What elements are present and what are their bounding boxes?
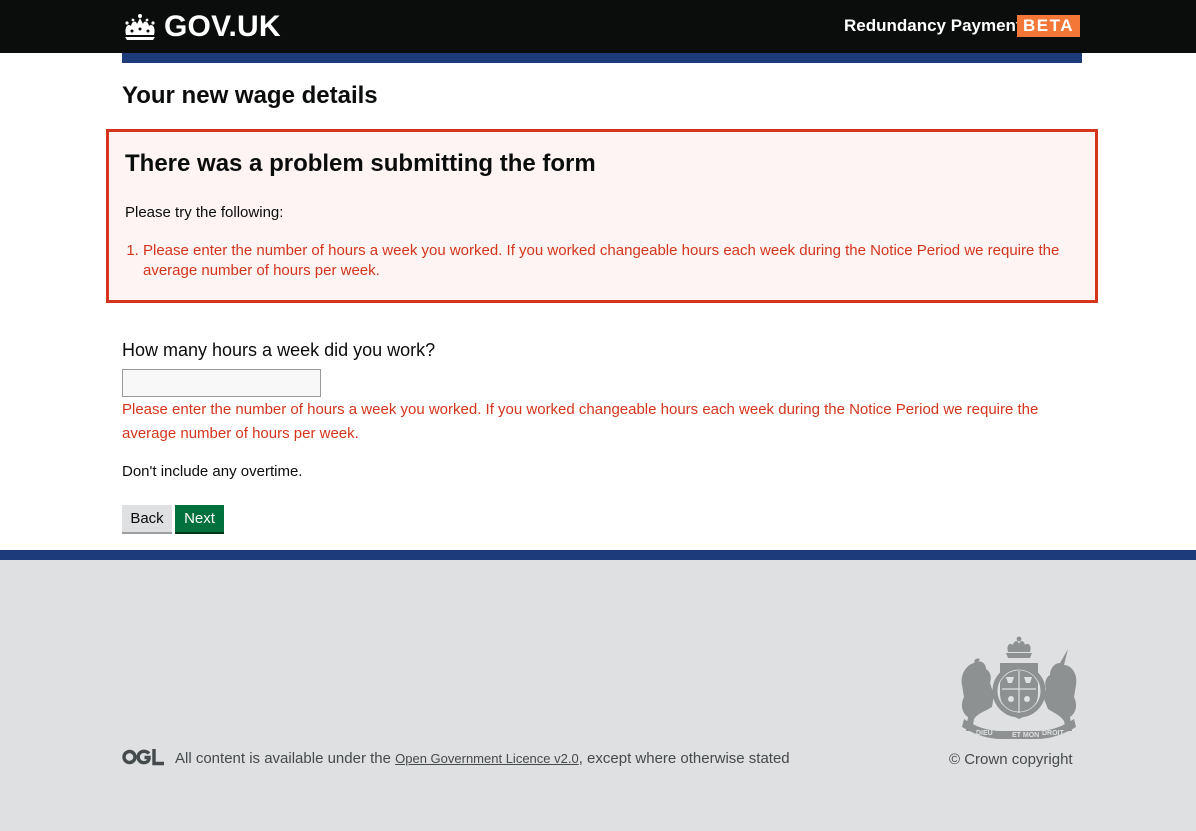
- hours-field-hint: Don't include any overtime.: [122, 463, 303, 480]
- site-footer: All content is available under the Open …: [0, 550, 1196, 831]
- licence-suffix: , except where otherwise stated: [578, 750, 790, 767]
- licence-prefix: All content is available under the: [175, 750, 396, 767]
- hours-input[interactable]: [122, 369, 321, 397]
- phase-tag: BETA: [1017, 15, 1081, 37]
- crown-copyright-link[interactable]: © Crown copyright: [949, 751, 1073, 768]
- ogl-icon: [122, 749, 164, 766]
- error-link-hours[interactable]: Please enter the number of hours a week …: [143, 242, 1059, 279]
- next-button[interactable]: Next: [175, 505, 224, 534]
- back-button[interactable]: Back: [122, 505, 172, 534]
- header-blue-bar: [122, 53, 1082, 63]
- service-name-link[interactable]: Redundancy Payments: [844, 16, 1031, 36]
- hours-field-error: Please enter the number of hours a week …: [122, 401, 1039, 442]
- error-summary-heading: There was a problem submitting the form: [125, 150, 596, 177]
- footer-top-border: [0, 550, 1196, 560]
- error-summary-intro: Please try the following:: [125, 204, 284, 221]
- error-list-item: Please enter the number of hours a week …: [143, 241, 1093, 281]
- crest-motto-left: DIEU: [976, 730, 993, 737]
- crest-motto-right: DROIT: [1042, 730, 1065, 737]
- error-list: Please enter the number of hours a week …: [125, 241, 1093, 281]
- page-title: Your new wage details: [122, 82, 378, 109]
- error-summary: There was a problem submitting the form …: [106, 129, 1098, 303]
- licence-text: All content is available under the Open …: [175, 750, 790, 767]
- govuk-logo-link[interactable]: GOV.UK: [122, 9, 281, 45]
- crest-motto-bottom: ET MON: [1012, 732, 1039, 739]
- logo-text: GOV.UK: [164, 10, 281, 43]
- site-header: GOV.UK Redundancy Payments BETA: [0, 0, 1196, 53]
- royal-crest: DIEU ET MON DROIT: [961, 636, 1077, 739]
- crown-icon: [125, 14, 155, 40]
- licence-link[interactable]: Open Government Licence v2.0: [395, 751, 579, 766]
- hours-field-label: How many hours a week did you work?: [122, 340, 436, 360]
